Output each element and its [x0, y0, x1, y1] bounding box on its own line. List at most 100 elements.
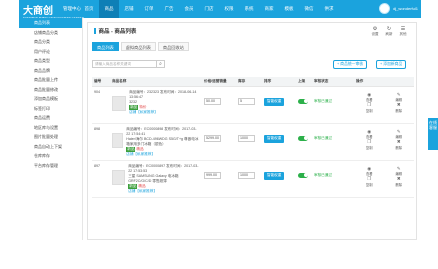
copy-button[interactable]: ❐ 复制 [356, 102, 383, 112]
add-goods-button[interactable]: + 添加新商品 [376, 60, 407, 69]
nav-ads[interactable]: 广告 [159, 0, 179, 18]
nav-orders[interactable]: 订单 [139, 0, 159, 18]
status-badge: 精品 [138, 183, 146, 188]
row-id: 898 [92, 123, 110, 161]
table-row: 904 商品编号：232323 发布时间：2018-06-14 13:56:47… [92, 86, 414, 124]
delete-button[interactable]: ✖ 删除 [386, 176, 413, 186]
nav-goods[interactable]: 商品 [99, 0, 119, 18]
sidebar-item[interactable]: 仓库库存 [19, 151, 82, 161]
view-button[interactable]: ◉ 查看 [356, 165, 383, 176]
sidebar-item[interactable]: 商品品牌 [19, 66, 82, 76]
search-icon[interactable]: ⌕ [157, 60, 165, 68]
audit-status: 审核已通过 [314, 98, 332, 103]
nav-shop[interactable]: 店铺 [119, 0, 139, 18]
row-id: 897 [92, 160, 110, 198]
sidebar-item[interactable]: 图片批量处理 [19, 132, 82, 142]
edit-button[interactable]: ✎ 编辑 [386, 129, 413, 139]
sidebar-item[interactable]: 平台库存管理 [19, 161, 82, 171]
price-input[interactable]: 999.00 [204, 171, 221, 179]
nav-supply[interactable]: 供求 [319, 0, 339, 18]
eye-icon: ◉ [367, 91, 372, 97]
goods-thumbnail[interactable] [112, 169, 126, 185]
eye-icon: ◉ [367, 165, 372, 171]
trash-icon: ✖ [396, 139, 401, 144]
tab-bar: 商品列表 虚拟商品列表 商品回收站 [92, 42, 191, 51]
edit-button[interactable]: ✎ 编辑 [386, 165, 413, 176]
batch-audit-button[interactable]: + 商品统一审核 [333, 60, 368, 69]
nav-stores[interactable]: 门店 [199, 0, 219, 18]
sidebar-item[interactable]: 添加商品模板 [19, 94, 82, 104]
tab-goods-list[interactable]: 商品列表 [92, 42, 119, 51]
delete-button[interactable]: ✖ 删除 [386, 102, 413, 112]
nav-system[interactable]: 系统 [239, 0, 259, 18]
top-bar: 大商创ECMOBAN B2B2C MANAGEMENT CENTER 管理中心 … [19, 0, 421, 20]
sidebar-item[interactable]: 地区库与设置 [19, 123, 82, 133]
view-button[interactable]: ◉ 查看 [356, 91, 383, 102]
sidebar-item-goods-list[interactable]: 商品列表 [19, 18, 82, 28]
shop-label[interactable]: 店铺【私家推荐】 [128, 189, 200, 194]
trash-icon: ✖ [396, 176, 401, 181]
stock-input[interactable]: 1000 [238, 134, 255, 142]
settings-button[interactable]: ⚙ 设置 [368, 26, 382, 37]
edit-button[interactable]: ✎ 编辑 [386, 92, 413, 102]
col-sort: 排序 [262, 77, 296, 87]
goods-cell: 商品编号：EC0000897 发布时间：2017-03-22 17:53:53 … [110, 160, 202, 198]
online-service-button[interactable]: 在线客服 [428, 118, 438, 150]
nav-home[interactable]: 首页 [79, 0, 99, 18]
price-input[interactable]: 50.00 [204, 97, 221, 105]
sidebar-item[interactable]: 标签打印 [19, 104, 82, 114]
onsale-toggle[interactable] [298, 172, 308, 178]
more-button[interactable]: ☰ 其他 [396, 26, 410, 37]
nav-merchants[interactable]: 商家 [259, 0, 279, 18]
sidebar-item[interactable]: 商品分类 [19, 37, 82, 47]
copy-button[interactable]: ❐ 复制 [356, 176, 383, 186]
copy-button[interactable]: ❐ 复制 [356, 139, 383, 149]
smart-weight-button[interactable]: 智能权重 [264, 97, 285, 106]
goods-thumbnail[interactable] [112, 132, 124, 148]
shop-label[interactable]: 店铺【私家推荐】 [126, 152, 200, 157]
user-menu[interactable]: dj_wonderful1 [379, 3, 418, 14]
pencil-icon: ✎ [396, 165, 401, 171]
sidebar-item[interactable]: 商品类型 [19, 56, 82, 66]
goods-table: 编号 商品名称 价格/运营销量 库存 排序 上架 审核状态 操作 904 商品编… [92, 77, 414, 198]
trash-icon: ✖ [396, 102, 401, 107]
onsale-toggle[interactable] [298, 135, 308, 141]
search-input[interactable]: 请输入商品名称关键词 [92, 60, 157, 68]
goods-name-link[interactable]: 三星 SAMSUNG Galaxy 电冰箱 GRF2C/G/C/D 零售超薄 [128, 174, 200, 184]
goods-cell: 商品编号：EC0000898 发布时间：2017-03-22 17:54:41 … [110, 123, 202, 161]
delete-button[interactable]: ✖ 删除 [386, 139, 413, 149]
nav-members[interactable]: 会员 [179, 0, 199, 18]
goods-cell: 商品编号：232323 发布时间：2018-06-14 13:56:47 323… [110, 86, 202, 124]
sidebar-item[interactable]: 商品运费 [19, 113, 82, 123]
tab-recycle-bin[interactable]: 商品回收站 [157, 42, 189, 51]
smart-weight-button[interactable]: 智能权重 [264, 171, 285, 180]
sidebar-item[interactable]: 用户评论 [19, 47, 82, 57]
smart-weight-button[interactable]: 智能权重 [264, 134, 285, 143]
username: dj_wonderful1 [393, 6, 418, 11]
goods-thumbnail[interactable] [112, 95, 127, 111]
audit-status: 审核已通过 [314, 172, 332, 177]
col-price: 价格/运营销量 [202, 77, 236, 87]
goods-name-link[interactable]: Haier/海尔 BCD-496WDG S5G/T+g 尊嵌电冰箱家用多门冰箱（… [126, 137, 200, 147]
sidebar-item[interactable]: 店铺商品分类 [19, 28, 82, 38]
nav-wechat[interactable]: 微信 [299, 0, 319, 18]
sidebar-item[interactable]: 商品批量上传 [19, 75, 82, 85]
onsale-toggle[interactable] [298, 98, 308, 104]
content-panel: 商品 - 商品列表 ⚙ 设置 ↻ 刷新 ☰ 其他 商品列表 虚拟商品列表 商品回收站 … [87, 22, 417, 240]
col-stock: 库存 [236, 77, 262, 87]
avatar[interactable] [379, 3, 391, 14]
col-audit: 审核状态 [312, 77, 354, 87]
tab-virtual-goods[interactable]: 虚拟商品列表 [120, 42, 156, 51]
audit-status: 审核已通过 [314, 135, 332, 140]
shop-label[interactable]: 店铺【私家推荐】 [129, 110, 200, 115]
nav-permissions[interactable]: 权限 [219, 0, 239, 18]
price-input[interactable]: 5299.00 [204, 134, 221, 142]
table-header: 编号 商品名称 价格/运营销量 库存 排序 上架 审核状态 操作 [92, 77, 414, 87]
stock-input[interactable]: 1000 [238, 171, 255, 179]
refresh-button[interactable]: ↻ 刷新 [382, 26, 396, 37]
sidebar-item[interactable]: 商品自动上下架 [19, 142, 82, 152]
sidebar-item[interactable]: 商品批量修改 [19, 85, 82, 95]
nav-templates[interactable]: 模板 [279, 0, 299, 18]
stock-input[interactable]: 5 [238, 97, 255, 105]
view-button[interactable]: ◉ 查看 [356, 129, 383, 139]
